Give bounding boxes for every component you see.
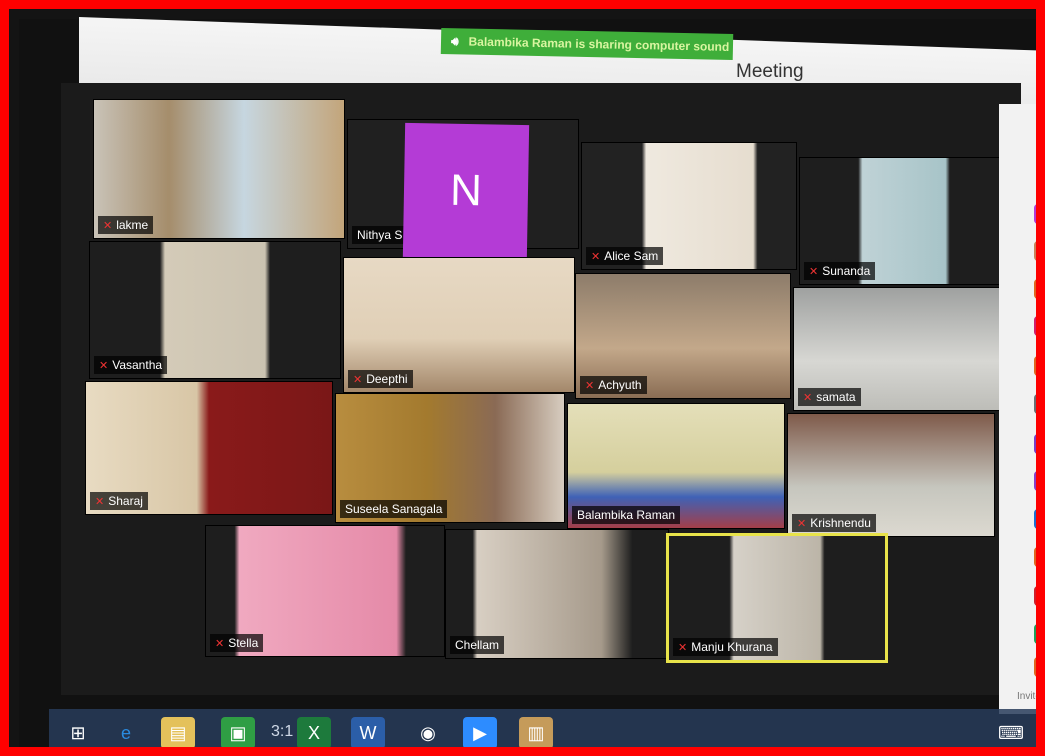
muted-mic-icon: ✕ [591, 250, 601, 263]
muted-mic-icon: ✕ [678, 641, 688, 654]
participant-chip[interactable]: MK [1034, 547, 1036, 567]
participant-name: ✕ Alice Sam [586, 247, 664, 265]
participant-chip[interactable]: S [1034, 624, 1036, 644]
video-tile-active-speaker[interactable]: ✕ Manju Khurana [666, 533, 888, 663]
store-icon[interactable]: ▣ [221, 717, 255, 747]
video-tile[interactable]: ✕ Sharaj [85, 381, 333, 515]
muted-mic-icon: ✕ [803, 391, 813, 404]
participant-chip[interactable]: S [1034, 586, 1036, 606]
participant-chip[interactable]: a [1034, 394, 1036, 414]
participant-chip[interactable]: A [1034, 356, 1036, 376]
participant-name: ✕ Sunanda [804, 262, 876, 280]
chrome-icon[interactable]: ◉ [411, 717, 445, 747]
participant-name: ✕ Sharaj [90, 492, 148, 510]
participant-chip[interactable] [1034, 241, 1036, 261]
video-tile[interactable]: ✕ lakme [93, 99, 345, 239]
video-tile[interactable]: ✕ Alice Sam [581, 142, 797, 270]
participant-name: ✕ Deepthi [348, 370, 413, 388]
window-title: Meeting [736, 61, 804, 82]
photo-frame: Meeting 🔊︎ Balambika Raman is sharing co… [0, 0, 1045, 756]
participant-name: Chellam [450, 636, 505, 654]
muted-mic-icon: ✕ [215, 637, 225, 650]
zoom-icon[interactable]: ▶ [463, 717, 497, 747]
invite-button[interactable]: Invite [1017, 691, 1036, 702]
video-tile[interactable]: ✕ Deepthi [343, 257, 575, 393]
sharing-sound-text: Balambika Raman is sharing computer soun… [468, 34, 730, 54]
muted-mic-icon: ✕ [585, 379, 595, 392]
participant-name: ✕ Krishnendu [792, 514, 876, 532]
video-tile[interactable]: ✕ Achyuth [575, 273, 791, 399]
participant-chip[interactable]: C [1034, 279, 1036, 299]
muted-mic-icon: ✕ [95, 495, 105, 508]
participant-chip[interactable]: K [1034, 471, 1036, 491]
participant-name: ✕ Stella [210, 634, 264, 652]
video-tile[interactable]: ✕ Stella [205, 525, 445, 657]
participant-chip[interactable]: D [1034, 434, 1036, 454]
keyboard-icon[interactable]: ⌨ [994, 717, 1028, 747]
participant-chip[interactable]: N [1034, 204, 1036, 224]
participant-chip[interactable]: S [1034, 657, 1036, 677]
windows-start-icon[interactable]: ⊞ [61, 717, 95, 747]
participant-avatar: N [402, 122, 530, 260]
muted-mic-icon: ✕ [103, 219, 113, 232]
file-explorer-icon[interactable]: ▤ [161, 717, 195, 747]
video-tile[interactable]: Balambika Raman [567, 403, 785, 529]
excel-icon[interactable]: X [297, 717, 331, 747]
participant-name: ✕ Achyuth [580, 376, 647, 394]
participants-panel: N C S A a D K L MK S S S Invite [999, 104, 1036, 714]
video-tile[interactable]: Chellam [445, 529, 669, 659]
video-tile[interactable]: Suseela Sanagala [335, 393, 565, 523]
participant-name: Balambika Raman [572, 506, 681, 524]
participant-name: ✕ Vasantha [94, 356, 168, 374]
muted-mic-icon: ✕ [809, 265, 819, 278]
internet-explorer-icon[interactable]: e [109, 717, 143, 747]
video-tile[interactable]: ✕ Sunanda [799, 157, 1009, 285]
participant-name: Nithya S [352, 226, 408, 244]
participant-chip[interactable]: L [1034, 509, 1036, 529]
participant-name: ✕ Manju Khurana [673, 638, 778, 656]
muted-mic-icon: ✕ [353, 373, 363, 386]
participant-name: ✕ lakme [98, 216, 154, 234]
muted-mic-icon: ✕ [797, 517, 807, 530]
video-tile[interactable]: ✕ Vasantha [89, 241, 341, 379]
taskbar: ⊞ e ▤ ▣ 3:1 4: X W ◉ ▶ ▥ ⌨ [49, 709, 1036, 747]
video-tile[interactable]: ✕ samata [793, 287, 1001, 411]
video-tile[interactable]: ✕ Krishnendu [787, 413, 995, 537]
muted-mic-icon: ✕ [99, 359, 109, 372]
participant-name: ✕ samata [798, 388, 861, 406]
word-icon[interactable]: W [351, 717, 385, 747]
participant-name: Suseela Sanagala [340, 500, 448, 518]
participant-chip[interactable]: S [1034, 316, 1036, 336]
speaker-icon: 🔊︎ [450, 33, 459, 48]
app-icon[interactable]: ▥ [519, 717, 553, 747]
